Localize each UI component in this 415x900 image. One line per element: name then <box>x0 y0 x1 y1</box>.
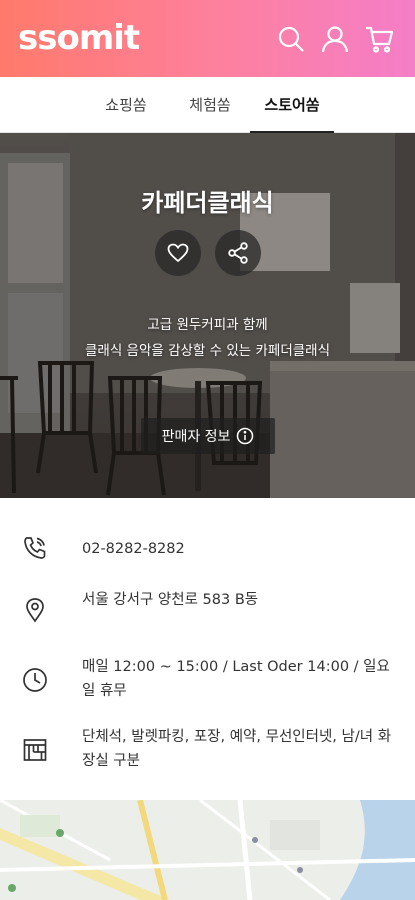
category-tabs: 쇼핑쏨 체험쏨 스토어쏨 <box>0 77 415 133</box>
like-button[interactable] <box>155 230 201 276</box>
search-icon[interactable] <box>276 24 306 54</box>
share-icon <box>228 242 248 264</box>
tab-shopping[interactable]: 쇼핑쏨 <box>96 77 156 133</box>
map-image <box>0 800 415 900</box>
store-name: 카페더클래식 <box>141 189 274 217</box>
business-hours: 매일 12:00 ~ 15:00 / Last Oder 14:00 / 일요일… <box>82 659 390 699</box>
phone-icon <box>22 535 48 561</box>
store-map[interactable] <box>0 800 415 900</box>
address-row: 서울 강서구 양천로 583 B동 <box>0 585 415 635</box>
user-icon[interactable] <box>320 24 350 54</box>
facilities-row: 단체석, 발렛파킹, 포장, 예약, 무선인터넷, 남/녀 화장실 구분 <box>0 725 415 775</box>
seller-info-label: 판매자 정보 <box>161 429 231 445</box>
logo[interactable]: ssomit <box>18 16 140 60</box>
cart-icon[interactable] <box>364 24 394 54</box>
heart-icon <box>167 243 189 263</box>
store-hero: 카페더클래식 고급 원두커피과 함께 클래식 음악을 감상할 수 있는 카페더클… <box>0 133 415 498</box>
tab-experience[interactable]: 체험쏨 <box>180 77 240 133</box>
store-description-line2: 클래식 음악을 감상할 수 있는 카페더클래식 <box>84 343 331 359</box>
info-icon <box>237 427 254 445</box>
hours-row: 매일 12:00 ~ 15:00 / Last Oder 14:00 / 일요일… <box>0 655 415 705</box>
store-facilities: 단체석, 발렛파킹, 포장, 예약, 무선인터넷, 남/녀 화장실 구분 <box>82 729 392 769</box>
seller-info-button[interactable]: 판매자 정보 <box>141 418 275 454</box>
share-button[interactable] <box>215 230 261 276</box>
store-building-icon <box>22 737 48 763</box>
store-description-line1: 고급 원두커피과 함께 <box>147 317 268 333</box>
store-address: 서울 강서구 양천로 583 B동 <box>82 592 259 608</box>
location-pin-icon <box>22 597 48 623</box>
phone-row: 02-8282-8282 <box>0 530 415 570</box>
app-header: ssomit <box>0 0 415 77</box>
tab-store[interactable]: 스토어쏨 <box>250 77 334 133</box>
clock-icon <box>22 667 48 693</box>
phone-number[interactable]: 02-8282-8282 <box>82 537 402 561</box>
